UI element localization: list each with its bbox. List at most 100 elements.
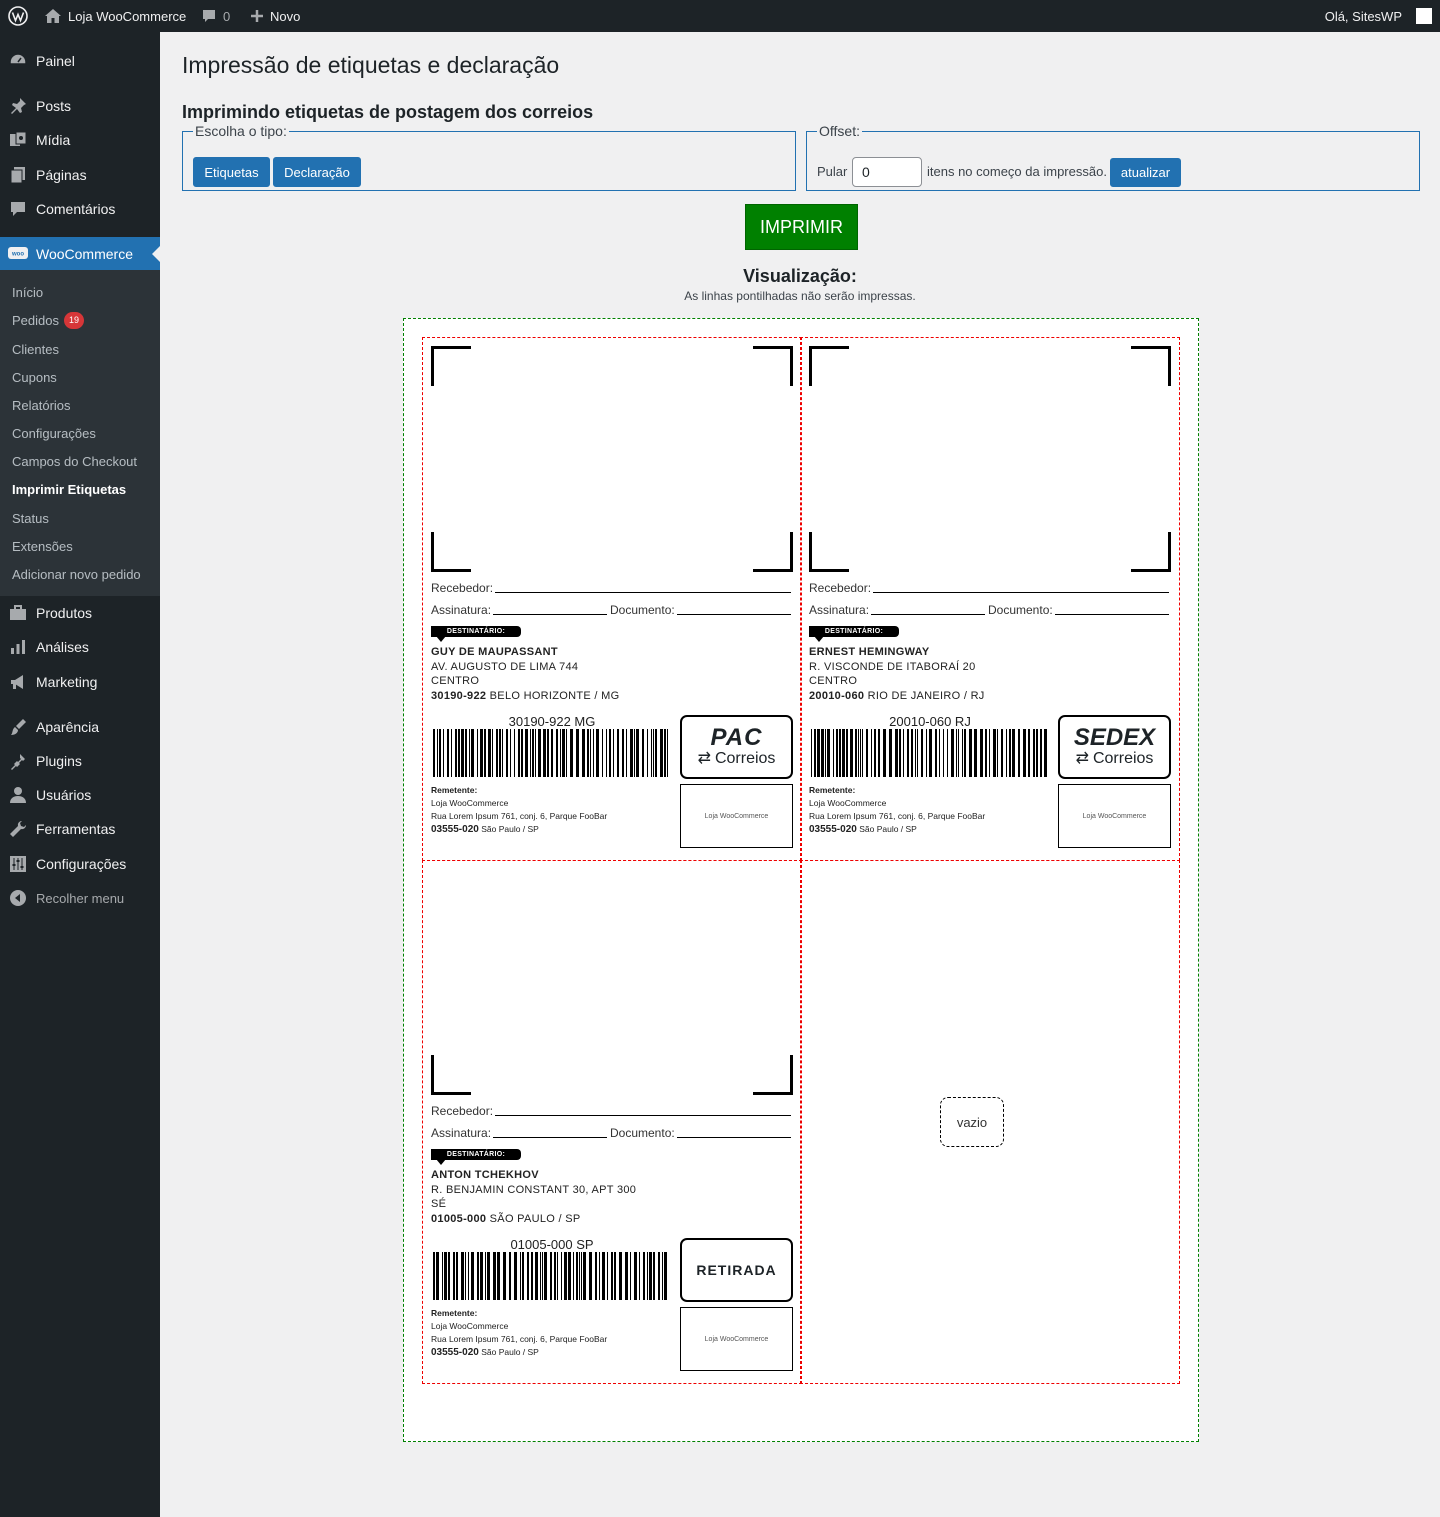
recipient-district: CENTRO [431, 675, 480, 687]
plus-icon [251, 10, 263, 22]
menu-item-paginas[interactable]: Páginas [0, 158, 160, 192]
signature-label: Assinatura: [431, 603, 492, 617]
menu-label: Configurações [36, 856, 127, 872]
new-label: Novo [270, 8, 301, 24]
offset-fieldset: Offset: Pular 0 itens no começo da impre… [806, 123, 1420, 191]
menu-label: Produtos [36, 605, 93, 621]
menu-label: Comentários [36, 201, 116, 217]
menu-item-comentarios[interactable]: Comentários [0, 192, 160, 226]
recipient-name: ANTON TCHEKHOV [431, 1169, 539, 1181]
crop-corner [431, 532, 471, 572]
submenu-relatorios[interactable]: Relatórios [12, 395, 71, 415]
media-icon [0, 131, 36, 149]
document-line [677, 614, 791, 615]
plugin-icon [0, 752, 36, 770]
sender-name: Loja WooCommerce [809, 798, 887, 808]
submenu-label: Clientes [12, 341, 59, 357]
document-label: Documento: [988, 603, 1053, 617]
sender-street: Rua Lorem Ipsum 761, conj. 6, Parque Foo… [809, 811, 986, 821]
submenu-cupons[interactable]: Cupons [12, 367, 57, 387]
site-name: Loja WooCommerce [68, 8, 187, 24]
submenu-clientes[interactable]: Clientes [12, 339, 59, 359]
comments-icon [0, 200, 36, 218]
crop-corner [809, 532, 849, 572]
menu-label: Plugins [36, 753, 82, 769]
crop-corner [1131, 532, 1171, 572]
wordpress-logo-icon[interactable] [8, 0, 28, 32]
menu-label: Páginas [36, 167, 87, 183]
offset-legend: Offset: [819, 123, 860, 139]
receiver-line [495, 1115, 791, 1116]
submenu-imprimir-etiquetas[interactable]: Imprimir Etiquetas [12, 479, 126, 499]
signature-label: Assinatura: [431, 1126, 492, 1140]
menu-item-configuracoes[interactable]: Configurações [0, 847, 160, 881]
document-label: Documento: [610, 1126, 675, 1140]
submenu-campos-checkout[interactable]: Campos do Checkout [12, 451, 137, 471]
submenu-adicionar-pedido[interactable]: Adicionar novo pedido [12, 564, 141, 584]
signature-line [493, 1137, 607, 1138]
service-name: SEDEX [1073, 724, 1156, 751]
barcode [811, 729, 1047, 777]
recipient-street: R. BENJAMIN CONSTANT 30, APT 300 [431, 1183, 637, 1196]
account-menu[interactable]: Olá, SitesWP [1325, 0, 1432, 32]
receiver-line [873, 592, 1169, 593]
store-logo: Loja WooCommerce [680, 1307, 793, 1371]
sender-cep: 03555-020 [809, 824, 857, 835]
declaration-button[interactable]: Declaração [273, 157, 361, 187]
labels-button[interactable]: Etiquetas [193, 157, 270, 187]
sender-cep: 03555-020 [431, 824, 479, 835]
sender-title: Remetente: [431, 785, 478, 795]
print-button[interactable]: IMPRIMIR [745, 204, 858, 250]
submenu-status[interactable]: Status [12, 508, 49, 528]
recipient-street: R. VISCONDE DE ITABORAÍ 20 [809, 660, 976, 673]
submenu-configuracoes[interactable]: Configurações [12, 423, 96, 443]
menu-item-produtos[interactable]: Produtos [0, 596, 160, 630]
submenu-label: Extensões [12, 538, 73, 554]
site-name-link[interactable]: Loja WooCommerce [44, 0, 186, 32]
receiver-line [495, 592, 791, 593]
submenu-pedidos[interactable]: Pedidos 19 [12, 310, 84, 330]
menu-item-marketing[interactable]: Marketing [0, 665, 160, 699]
store-logo: Loja WooCommerce [1058, 784, 1171, 848]
submenu-label: Status [12, 510, 49, 526]
signature-line [493, 614, 607, 615]
barcode-text: 20010-060 RJ [889, 714, 971, 729]
menu-item-aparencia[interactable]: Aparência [0, 710, 160, 744]
dashboard-icon [0, 52, 36, 70]
barcode-text: 01005-000 SP [510, 1237, 594, 1252]
service-sub: Correios [1092, 750, 1154, 767]
page-title: Impressão de etiquetas e declaração [182, 52, 560, 78]
collapse-icon [0, 889, 36, 907]
menu-item-woocommerce[interactable]: woo WooCommerce [0, 237, 160, 271]
document-label: Documento: [610, 603, 675, 617]
preview-sheet: Recebedor: Assinatura: Documento: DESTIN… [403, 318, 1199, 1442]
offset-input[interactable]: 0 [852, 157, 922, 187]
skip-label: Pular [817, 164, 848, 179]
update-button[interactable]: atualizar [1110, 158, 1181, 187]
sender-city: São Paulo / SP [481, 1347, 539, 1357]
comments-link[interactable]: 0 [201, 0, 230, 32]
menu-item-usuarios[interactable]: Usuários [0, 778, 160, 812]
menu-label: Aparência [36, 719, 100, 735]
submenu-inicio[interactable]: Início [12, 282, 43, 302]
submenu-label: Campos do Checkout [12, 453, 138, 469]
menu-item-posts[interactable]: Posts [0, 89, 160, 123]
barcode [433, 729, 668, 777]
menu-item-midia[interactable]: Mídia [0, 123, 160, 157]
menu-label: WooCommerce [36, 246, 133, 262]
collapse-menu-button[interactable]: Recolher menu [0, 881, 160, 915]
menu-item-plugins[interactable]: Plugins [0, 744, 160, 778]
users-icon [0, 786, 36, 804]
submenu-label: Imprimir Etiquetas [12, 481, 127, 497]
menu-item-ferramentas[interactable]: Ferramentas [0, 812, 160, 846]
recipient-district: SÉ [431, 1198, 447, 1210]
menu-item-analises[interactable]: Análises [0, 630, 160, 664]
new-content-link[interactable]: Novo [250, 0, 300, 32]
submenu-extensoes[interactable]: Extensões [12, 536, 73, 556]
shipping-label: Recebedor: Assinatura: Documento: DESTIN… [422, 337, 802, 861]
crop-corner [1131, 346, 1171, 386]
recipient-address: ERNEST HEMINGWAY R. VISCONDE DE ITABORAÍ… [809, 645, 985, 703]
appearance-icon [0, 718, 36, 736]
menu-item-painel[interactable]: Painel [0, 44, 160, 78]
recipient-name: ERNEST HEMINGWAY [809, 646, 930, 658]
